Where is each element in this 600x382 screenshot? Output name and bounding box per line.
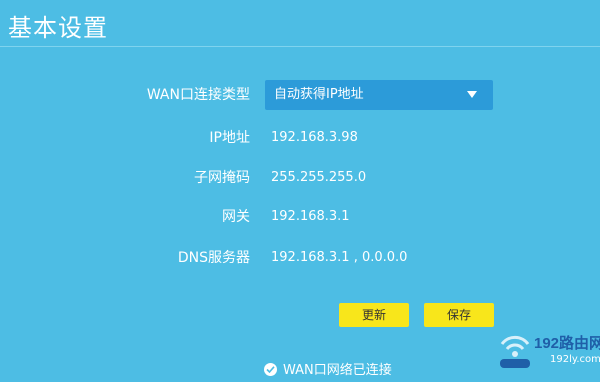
- dns-value: 192.168.3.1 , 0.0.0.0: [271, 250, 408, 265]
- subnet-row: 子网掩码 255.255.255.0: [0, 164, 600, 192]
- connection-status: WAN口网络已连接: [264, 362, 392, 380]
- wan-type-select[interactable]: 自动获得IP地址: [265, 80, 493, 110]
- refresh-button[interactable]: 更新: [339, 303, 409, 327]
- connection-status-text: WAN口网络已连接: [283, 363, 392, 378]
- gateway-row: 网关 192.168.3.1: [0, 203, 600, 231]
- wifi-signal-icon: [500, 335, 530, 368]
- page-title: 基本设置: [8, 14, 108, 42]
- title-divider: [0, 46, 600, 47]
- ip-row: IP地址 192.168.3.98: [0, 124, 600, 152]
- ip-value: 192.168.3.98: [271, 130, 358, 145]
- wan-type-selected-value: 自动获得IP地址: [274, 87, 364, 102]
- subnet-value: 255.255.255.0: [271, 170, 367, 185]
- ip-label: IP地址: [209, 130, 250, 146]
- save-button[interactable]: 保存: [424, 303, 494, 327]
- dns-label: DNS服务器: [177, 250, 250, 266]
- dns-row: DNS服务器 192.168.3.1 , 0.0.0.0: [0, 244, 600, 272]
- wan-type-label: WAN口连接类型: [146, 87, 250, 103]
- watermark-text: 192路由网: [534, 335, 600, 352]
- watermark: 192路由网 192ly.com: [498, 330, 600, 374]
- gateway-value: 192.168.3.1: [271, 209, 350, 224]
- chevron-down-icon: [467, 91, 477, 98]
- watermark-url: 192ly.com: [550, 354, 600, 365]
- subnet-label: 子网掩码: [194, 170, 250, 186]
- gateway-label: 网关: [222, 209, 250, 225]
- check-circle-icon: [264, 363, 277, 376]
